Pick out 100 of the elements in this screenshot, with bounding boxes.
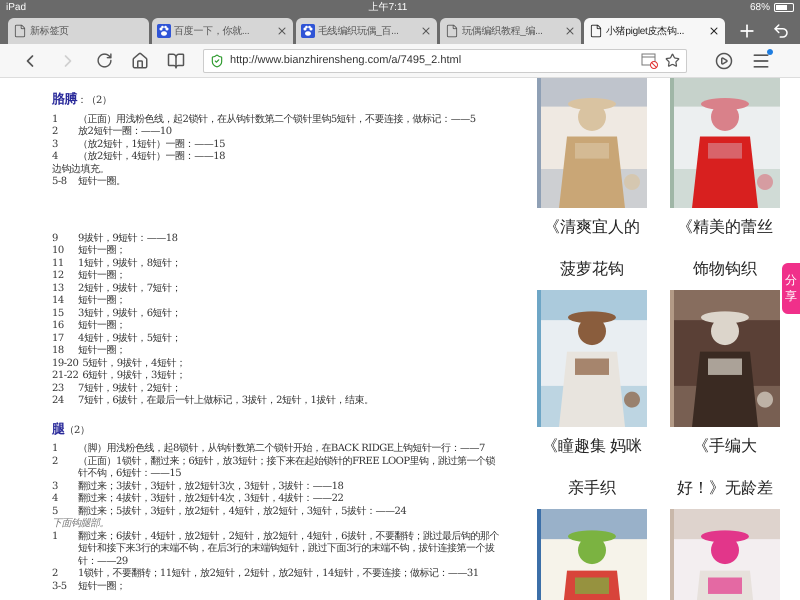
book-icon xyxy=(167,52,185,70)
book-title[interactable]: 好！》无龄差 xyxy=(677,479,773,499)
instruction-text: 1短针，9拔针，8短针； xyxy=(78,258,182,270)
play-button[interactable] xyxy=(715,52,733,70)
menu-button[interactable] xyxy=(751,50,771,70)
row-number: 1 xyxy=(52,443,59,456)
row-number: 2 xyxy=(52,126,59,138)
note-text: 下面钩腿部。 xyxy=(52,518,110,530)
tab-title: 玩偶编织教程_编... xyxy=(462,24,544,38)
section-heading: 腿 xyxy=(52,420,64,438)
instruction-text: （正面）用浅粉色线，起2锁针，在从钩针数第二个锁针里钩5短针，不要连接，做标记：——5 xyxy=(78,114,476,126)
row-number: 14 xyxy=(52,295,65,308)
instruction-text: 2短针，9拔针，7短针； xyxy=(78,282,182,295)
page-icon xyxy=(13,24,27,38)
book-title[interactable]: 《精美的蕾丝 xyxy=(677,218,773,238)
instruction-text: （放2短针，1短针）一圈：——15 xyxy=(78,138,225,151)
paw-icon xyxy=(157,24,171,38)
row-number: 19-20 xyxy=(52,358,80,370)
browser-tab[interactable]: 小猪piglet皮杰钩... xyxy=(584,18,725,44)
instruction-text: （正面）1锁针，翻过来；6短针，放3短针；接下来在起始锁针的FREE LOOP里钩，跳过第一个锁针不钩，6短针：——15 xyxy=(78,456,496,480)
add-bookmark-button[interactable] xyxy=(665,53,680,68)
instruction-text: 翻过来；3拔针，3短针，放2短针3次，3短针，3拔针：——18 xyxy=(78,480,344,492)
instruction-text: （放2短针，4短针）一圈：——18 xyxy=(78,151,225,164)
paw-icon xyxy=(301,24,315,38)
section-count: （2） xyxy=(64,424,90,438)
share-tab[interactable]: 分享 xyxy=(782,263,800,314)
book-title[interactable]: 亲手织 xyxy=(568,479,616,499)
row-number: 10 xyxy=(52,245,65,258)
book-title[interactable]: 菠萝花钩 xyxy=(560,260,624,280)
instruction-text: （脚）用浅粉色线，起8锁针，从钩针数第二个锁针开始，在BACK RIDGE上钩短针一行：——7 xyxy=(78,443,485,456)
reload-button[interactable] xyxy=(96,52,113,69)
tab-title: 新标签页 xyxy=(30,24,70,38)
row-number: 1 xyxy=(52,114,59,126)
section-count: ：（2） xyxy=(77,95,112,108)
url-text: http://www.bianzhirensheng.com/a/7495_2.html xyxy=(230,53,462,68)
instruction-text: 短针一圈； xyxy=(78,245,126,258)
instruction-text: 翻过来；5拔针，3短针，放2短针，4短针，放2短针，3短针，5拔针：——24 xyxy=(78,506,406,518)
instruction-text: 7短针，6拔针，在最后一针上做标记，3拔针，2短针，1拔针，结束。 xyxy=(78,395,374,408)
row-number: 13 xyxy=(52,282,65,295)
row-number: 18 xyxy=(52,345,65,358)
instruction-text: 短针一圈。 xyxy=(78,176,126,188)
page-icon xyxy=(589,24,603,38)
row-number: 11 xyxy=(52,258,65,270)
close-icon xyxy=(276,25,288,37)
row-number: 5-8 xyxy=(52,176,68,188)
row-number: 2 xyxy=(52,568,59,580)
book-title[interactable]: 《瞳趣集 妈咪 xyxy=(542,437,642,457)
home-icon xyxy=(131,52,149,70)
row-number: 15 xyxy=(52,308,65,320)
instruction-text: 翻过来；6拔针，4短针，放2短针，2短针，放2短针，4短针，6拔针，不要翻转；跳过最后钩的那个短针和接下来3行的末端不钩，在后3行的末端钩短针，跳过下面3行的末端不钩，拔针连接第一个拔针：——29 xyxy=(78,530,500,568)
row-number: 23 xyxy=(52,382,65,395)
instruction-text: 短针一圈； xyxy=(78,580,126,593)
browser-tab[interactable]: 玩偶编织教程_编... xyxy=(440,18,581,44)
row-number: 16 xyxy=(52,320,65,332)
book-title[interactable]: 《清爽宜人的 xyxy=(544,218,640,238)
section-heading: 胳膊 xyxy=(52,91,77,109)
instruction-text: 短针一圈； xyxy=(78,345,126,358)
tab-title: 小猪piglet皮杰钩... xyxy=(606,24,686,38)
instruction-text: 短针一圈； xyxy=(78,270,126,282)
instruction-text: 边钩边填充。 xyxy=(52,164,109,176)
row-number: 3 xyxy=(52,480,59,493)
device-name: iPad xyxy=(6,0,26,14)
tab-title: 毛线编织玩偶_百... xyxy=(318,24,400,38)
browser-tab[interactable]: 百度一下，你就... xyxy=(152,18,293,44)
row-number: 4 xyxy=(52,151,59,164)
row-number: 5 xyxy=(52,506,59,518)
close-icon xyxy=(420,25,432,37)
browser-tab[interactable]: 毛线编织玩偶_百... xyxy=(296,18,437,44)
row-number: 3-5 xyxy=(52,580,68,593)
row-number: 24 xyxy=(52,395,65,408)
row-number: 12 xyxy=(52,270,65,282)
instruction-text: 1锁针，不要翻转；11短针，放2短针，2短针，放2短针，14短针，不要连接；做标记：——31 xyxy=(78,568,479,580)
instruction-text: 短针一圈； xyxy=(78,295,126,308)
row-number: 17 xyxy=(52,332,65,345)
undo-icon xyxy=(772,22,790,40)
instruction-text: 9拔针，9短针：——18 xyxy=(78,232,178,245)
bookmarks-button[interactable] xyxy=(167,52,185,70)
book-title[interactable]: 《手编大 xyxy=(693,437,757,457)
instruction-text: 翻过来；4拔针，3短针，放2短针4次，3短针，4拔针：——22 xyxy=(78,493,344,506)
book-title[interactable]: 饰物钩织 xyxy=(693,260,757,280)
instruction-text: 短针一圈； xyxy=(78,320,126,332)
row-number: 3 xyxy=(52,138,59,151)
page-icon xyxy=(445,24,459,38)
star-icon xyxy=(665,53,680,68)
close-tab-button[interactable] xyxy=(708,25,720,37)
home-button[interactable] xyxy=(131,52,149,70)
battery-icon xyxy=(774,2,794,12)
address-field[interactable]: http://www.bianzhirensheng.com/a/7495_2.html xyxy=(203,48,687,72)
block-popup-icon xyxy=(641,52,659,68)
instruction-text: 6短针，9拔针，3短针； xyxy=(82,370,186,382)
instruction-text: 5短针，9拔针，4短针； xyxy=(82,358,186,370)
instruction-text: 放2短针一圈：——10 xyxy=(78,126,172,138)
row-number: 9 xyxy=(52,232,59,245)
reload-icon xyxy=(96,52,113,69)
instruction-text: 3短针，9拔针，6短针； xyxy=(78,308,182,320)
clock: 上午7:11 xyxy=(368,0,408,14)
row-number: 1 xyxy=(52,530,59,544)
row-number: 4 xyxy=(52,493,59,506)
browser-tab[interactable]: 新标签页 xyxy=(8,18,149,44)
battery-percentage: 68% xyxy=(750,0,770,14)
